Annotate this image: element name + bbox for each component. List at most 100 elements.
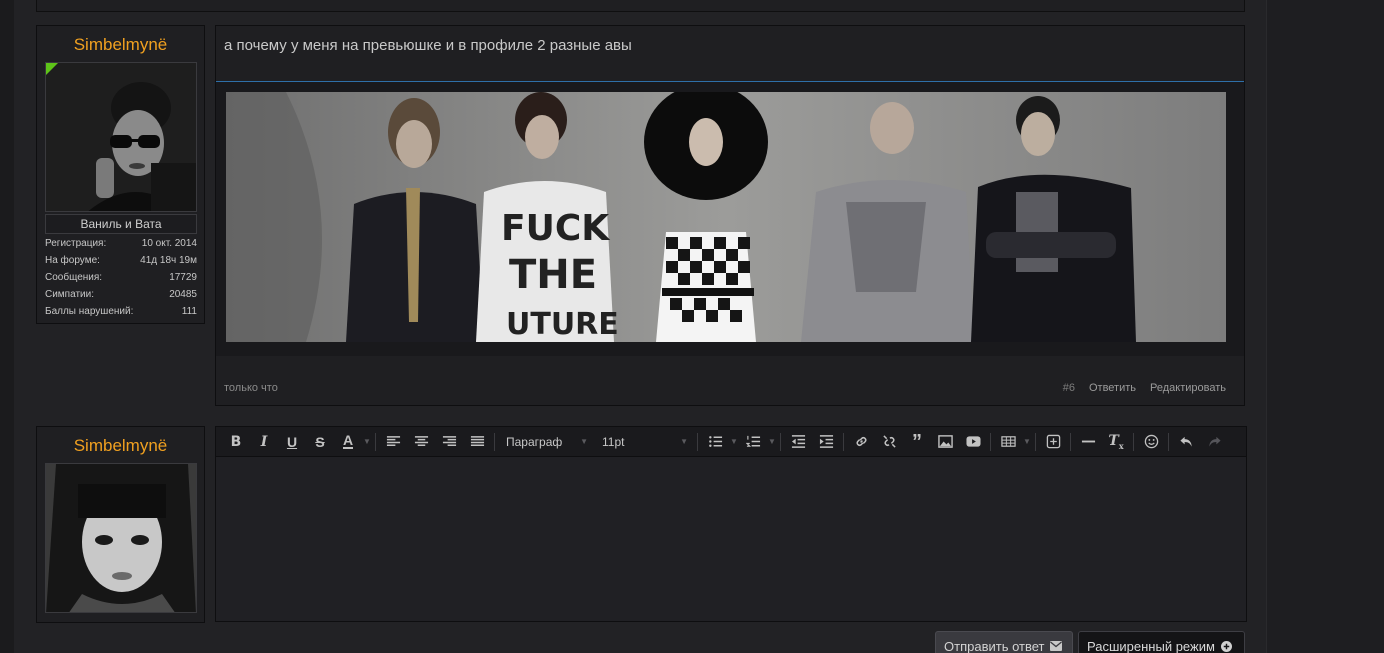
font-size-value: 11pt — [602, 434, 625, 449]
toolbar-separator — [780, 432, 781, 451]
post-avatar[interactable] — [45, 62, 197, 212]
quote-icon: ” — [912, 430, 922, 453]
message-text: а почему у меня на превьюшке и в профиле… — [224, 37, 632, 54]
stat-label: Симпатии: — [45, 289, 94, 300]
post-actions: #6 Ответить Редактировать — [1063, 382, 1226, 394]
toolbar-separator — [494, 432, 495, 451]
signature-banner-image[interactable]: FUCK THE UTURE — [226, 92, 1226, 342]
toolbar-separator — [843, 432, 844, 451]
numbered-list-icon — [745, 435, 760, 447]
chevron-down-icon[interactable]: ▼ — [729, 437, 739, 446]
paragraph-format-value: Параграф — [506, 434, 563, 449]
table-icon — [1000, 436, 1016, 447]
clear-formatting-button[interactable]: Tx — [1102, 428, 1130, 456]
paragraph-format-select[interactable]: Параграф ▼ — [498, 428, 594, 456]
unlink-icon — [882, 435, 896, 448]
stat-label: Регистрация: — [45, 238, 107, 249]
chevron-down-icon[interactable]: ▼ — [362, 437, 372, 446]
post-time: только что — [224, 382, 278, 394]
chevron-down-icon[interactable]: ▼ — [767, 437, 777, 446]
bullet-list-icon — [708, 436, 722, 447]
outdent-icon — [791, 435, 805, 448]
video-icon — [965, 436, 981, 447]
toolbar-separator — [1168, 432, 1169, 451]
envelope-icon — [1050, 641, 1063, 651]
image-icon — [937, 435, 953, 448]
numbered-list-button[interactable] — [739, 428, 767, 456]
post-message: а почему у меня на превьюшке и в профиле… — [215, 25, 1245, 406]
stat-value: 10 окт. 2014 — [141, 238, 197, 249]
horizontal-rule-button[interactable] — [1074, 428, 1102, 456]
stat-registration: Регистрация: 10 окт. 2014 — [45, 238, 197, 255]
reply-editor: B I U S A ▼ Параграф ▼ 11pt ▼ ▼ ▼ ” ▼ Tx — [215, 426, 1247, 622]
post-username[interactable]: Simbelmynë — [37, 35, 204, 55]
align-center-icon — [414, 436, 428, 446]
toolbar-separator — [1070, 432, 1071, 451]
outdent-button[interactable] — [784, 428, 812, 456]
previous-post-bottom — [36, 0, 1245, 12]
advanced-mode-button[interactable]: Расширенный режим — [1078, 631, 1245, 653]
insert-link-button[interactable] — [847, 428, 875, 456]
smiley-icon — [1144, 434, 1158, 449]
send-reply-button[interactable]: Отправить ответ — [935, 631, 1073, 653]
stat-messages: Сообщения: 17729 — [45, 272, 197, 289]
stat-label: Баллы нарушений: — [45, 306, 134, 317]
svg-text:THE: THE — [509, 252, 597, 298]
post-number-link[interactable]: #6 — [1063, 382, 1075, 394]
unlink-button[interactable] — [875, 428, 903, 456]
svg-text:UTURE: UTURE — [506, 307, 619, 342]
font-size-select[interactable]: 11pt ▼ — [594, 428, 694, 456]
plus-circle-icon — [1220, 640, 1232, 652]
insert-image-button[interactable] — [931, 428, 959, 456]
reply-link[interactable]: Ответить — [1089, 382, 1136, 394]
stat-label: Сообщения: — [45, 272, 103, 283]
edit-link[interactable]: Редактировать — [1150, 382, 1226, 394]
emoji-button[interactable] — [1137, 428, 1165, 456]
quote-button[interactable]: ” — [903, 428, 931, 456]
page-right-background — [1266, 0, 1384, 653]
insert-block-button[interactable] — [1039, 428, 1067, 456]
text-color-button[interactable]: A — [334, 428, 362, 456]
align-right-icon — [442, 436, 456, 446]
insert-video-button[interactable] — [959, 428, 987, 456]
send-reply-label: Отправить ответ — [944, 638, 1045, 653]
toolbar-separator — [990, 432, 991, 451]
strikethrough-button[interactable]: S — [306, 428, 334, 456]
post-user-panel: Simbelmynë Ваниль и Вата Регистрация: 10… — [36, 25, 205, 324]
align-left-icon — [386, 436, 400, 446]
editor-toolbar: B I U S A ▼ Параграф ▼ 11pt ▼ ▼ ▼ ” ▼ Tx — [216, 427, 1246, 457]
stat-value: 111 — [181, 306, 197, 317]
indent-button[interactable] — [812, 428, 840, 456]
toolbar-separator — [375, 432, 376, 451]
stat-warning-points: Баллы нарушений: 111 — [45, 306, 197, 323]
toolbar-separator — [1133, 432, 1134, 451]
bold-button[interactable]: B — [222, 428, 250, 456]
toolbar-separator — [697, 432, 698, 451]
align-right-button[interactable] — [435, 428, 463, 456]
svg-text:FUCK: FUCK — [501, 208, 610, 249]
align-center-button[interactable] — [407, 428, 435, 456]
advanced-mode-label: Расширенный режим — [1087, 638, 1215, 653]
stat-likes: Симпатии: 20485 — [45, 289, 197, 306]
signature: FUCK THE UTURE — [216, 82, 1244, 356]
underline-button[interactable]: U — [278, 428, 306, 456]
align-left-button[interactable] — [379, 428, 407, 456]
chevron-down-icon[interactable]: ▼ — [1022, 437, 1032, 446]
undo-icon — [1179, 436, 1192, 447]
reply-text-area[interactable] — [216, 458, 1246, 621]
bullet-list-button[interactable] — [701, 428, 729, 456]
italic-button[interactable]: I — [250, 428, 278, 456]
redo-button[interactable] — [1200, 428, 1228, 456]
stat-value[interactable]: 17729 — [169, 272, 197, 289]
insert-table-button[interactable] — [994, 428, 1022, 456]
reply-username[interactable]: Simbelmynë — [37, 436, 204, 456]
justify-icon — [470, 436, 484, 446]
chevron-down-icon: ▼ — [680, 437, 688, 446]
undo-button[interactable] — [1172, 428, 1200, 456]
reply-avatar[interactable] — [45, 463, 197, 613]
indent-icon — [819, 435, 833, 448]
online-indicator — [46, 63, 58, 75]
justify-button[interactable] — [463, 428, 491, 456]
user-stats: Регистрация: 10 окт. 2014 На форуме: 41д… — [45, 238, 197, 323]
reply-user-panel: Simbelmynë — [36, 426, 205, 623]
